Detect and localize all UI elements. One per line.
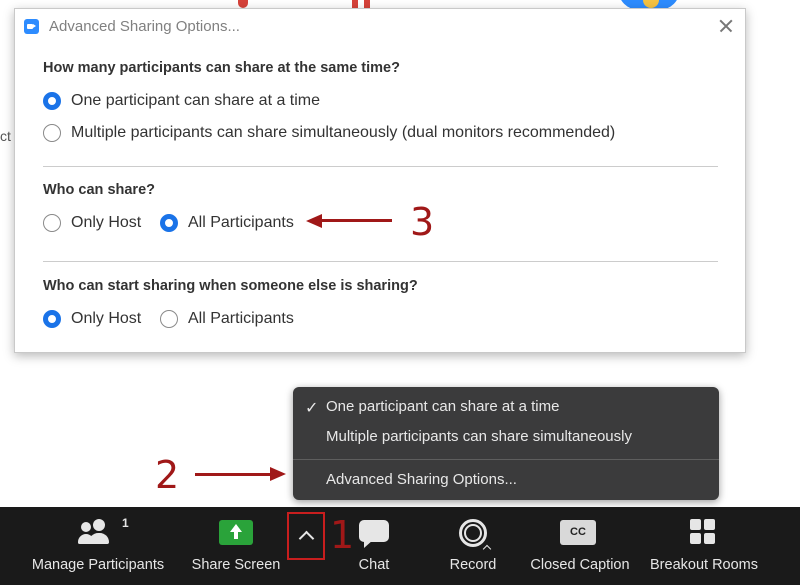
participant-count-badge: 1: [122, 516, 129, 530]
closed-caption-icon: CC: [560, 520, 596, 545]
share-screen-icon: [219, 520, 253, 545]
radio-unselected-icon[interactable]: [43, 214, 61, 232]
radio-unselected-icon[interactable]: [160, 310, 178, 328]
option-share-all-participants[interactable]: All Participants: [160, 214, 294, 232]
background-video-fragment: [238, 0, 248, 8]
dialog-titlebar: Advanced Sharing Options...: [15, 9, 745, 43]
menu-item-multiple-participants[interactable]: Multiple participants can share simultan…: [326, 428, 632, 445]
annotation-arrow-3-line: [320, 219, 392, 222]
share-screen-button[interactable]: Share Screen: [186, 507, 286, 585]
annotation-number-3: 3: [410, 200, 435, 244]
record-button[interactable]: Record: [433, 507, 513, 585]
dialog-title: Advanced Sharing Options...: [49, 18, 240, 35]
checkmark-icon: ✓: [305, 400, 319, 417]
chat-icon-tail: [364, 540, 373, 548]
option-start-all-participants[interactable]: All Participants: [160, 310, 294, 328]
toolbar-label: Share Screen: [191, 557, 281, 573]
radio-unselected-icon[interactable]: [43, 124, 61, 142]
manage-participants-button[interactable]: 1 Manage Participants: [18, 507, 178, 585]
radio-selected-icon[interactable]: [43, 92, 61, 110]
divider: [43, 166, 718, 167]
breakout-rooms-icon: [690, 519, 716, 545]
annotation-number-2: 2: [155, 453, 180, 497]
breakout-rooms-button[interactable]: Breakout Rooms: [642, 507, 766, 585]
option-label: Only Host: [71, 214, 142, 231]
option-one-participant[interactable]: One participant can share at a time: [43, 92, 320, 110]
option-label: All Participants: [188, 214, 294, 231]
closed-caption-button[interactable]: CC Closed Caption: [522, 507, 638, 585]
meeting-toolbar: 1 Manage Participants Share Screen Chat …: [0, 507, 800, 585]
menu-item-one-participant[interactable]: One participant can share at a time: [326, 398, 559, 415]
toolbar-label: Breakout Rooms: [650, 557, 758, 573]
menu-divider: [293, 459, 719, 460]
toolbar-label: Record: [449, 557, 497, 573]
divider: [43, 261, 718, 262]
question-who-can-start-sharing: Who can start sharing when someone else …: [43, 278, 418, 294]
option-label: All Participants: [188, 310, 294, 327]
record-icon-inner: [464, 524, 482, 542]
toolbar-label: Manage Participants: [31, 557, 165, 573]
chat-icon: [359, 520, 389, 542]
menu-item-advanced-sharing-options[interactable]: Advanced Sharing Options...: [326, 471, 517, 488]
share-options-caret-button[interactable]: [287, 512, 325, 560]
option-label: One participant can share at a time: [71, 92, 321, 109]
annotation-arrow-2-line: [195, 473, 271, 476]
radio-selected-icon[interactable]: [43, 310, 61, 328]
record-caret-icon[interactable]: [482, 544, 492, 554]
question-who-can-share: Who can share?: [43, 182, 155, 198]
toolbar-label: Closed Caption: [530, 557, 630, 573]
option-label: Only Host: [71, 310, 142, 327]
option-multiple-participants[interactable]: Multiple participants can share simultan…: [43, 124, 615, 142]
advanced-sharing-dialog: Advanced Sharing Options... How many par…: [14, 8, 746, 353]
share-options-menu: ✓ One participant can share at a time Mu…: [293, 387, 719, 500]
annotation-arrow-2-head-icon: [270, 467, 286, 481]
option-start-only-host[interactable]: Only Host: [43, 310, 141, 328]
close-icon[interactable]: [715, 15, 737, 37]
background-text-fragment: ct: [0, 128, 11, 144]
annotation-number-1: 1: [330, 513, 355, 557]
radio-selected-icon[interactable]: [160, 214, 178, 232]
option-label: Multiple participants can share simultan…: [71, 124, 616, 141]
participants-icon: [78, 519, 116, 547]
toolbar-label: Chat: [358, 557, 390, 573]
zoom-app-icon: [24, 19, 39, 34]
question-how-many: How many participants can share at the s…: [43, 60, 400, 76]
option-share-only-host[interactable]: Only Host: [43, 214, 141, 232]
